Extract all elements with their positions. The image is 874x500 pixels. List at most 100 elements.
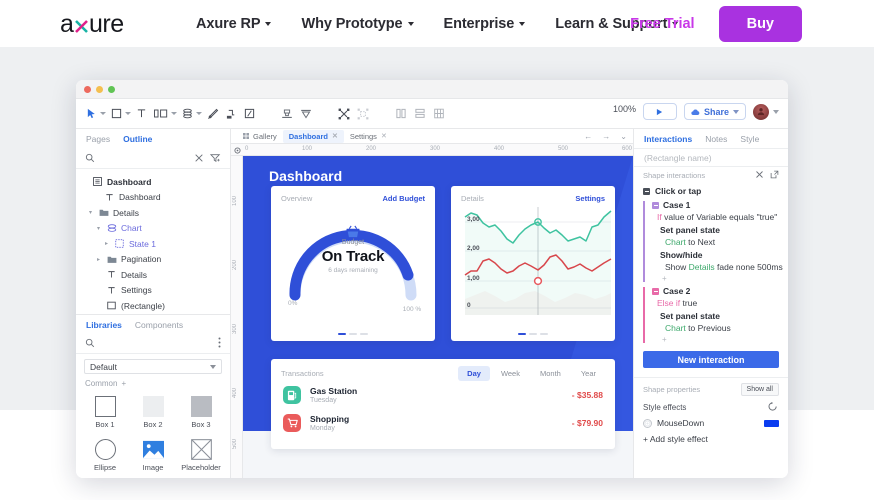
collapse-all-icon[interactable] (194, 150, 204, 168)
tree-arrow[interactable]: ▸ (103, 240, 110, 247)
ruler-origin-icon[interactable] (231, 144, 243, 156)
case-header[interactable]: Case 1 (652, 199, 788, 211)
tree-arrow[interactable]: ▸ (95, 256, 102, 263)
segment-year[interactable]: Year (572, 366, 605, 381)
tree-node-dashboard-text[interactable]: Dashboard (76, 190, 230, 206)
action-detail[interactable]: Chart to Previous (652, 322, 788, 334)
repeater-tool-icon[interactable] (182, 108, 193, 119)
distribute-tool-icon[interactable] (300, 108, 312, 120)
canvas-tab-gallery[interactable]: Gallery (237, 130, 283, 143)
filter-icon[interactable] (209, 150, 221, 168)
close-icon[interactable]: ✕ (332, 132, 338, 140)
pen-tool-icon[interactable] (207, 108, 219, 120)
new-interaction-button[interactable]: New interaction (643, 351, 779, 368)
tab-outline[interactable]: Outline (123, 134, 152, 144)
pager-dot[interactable] (529, 332, 537, 335)
reset-style-icon[interactable] (768, 402, 779, 413)
tab-pages[interactable]: Pages (86, 134, 110, 144)
action-detail[interactable]: Show Details fade none 500ms (652, 261, 788, 273)
transactions-card[interactable]: Transactions Day Week Month Year Gas Sta… (271, 359, 615, 449)
buy-button[interactable]: Buy (718, 5, 802, 42)
user-menu[interactable] (753, 103, 779, 120)
forward-icon[interactable]: → (602, 132, 610, 141)
pointer-tool-caret-icon[interactable] (100, 112, 106, 115)
canvas-tab-dashboard[interactable]: Dashboard ✕ (282, 129, 344, 143)
library-widget-box-1[interactable]: Box 1 (82, 392, 128, 433)
library-widget-image[interactable]: Image (130, 435, 176, 476)
segment-day[interactable]: Day (458, 366, 490, 381)
library-group-header[interactable]: Common + (76, 374, 230, 390)
nav-item-why-prototype[interactable]: Why Prototype (301, 16, 414, 32)
collapse-toggle-icon[interactable] (643, 187, 650, 195)
segment-week[interactable]: Week (492, 366, 529, 381)
repeater-caret-icon[interactable] (196, 112, 202, 115)
pager-dot[interactable] (338, 332, 346, 335)
mousedown-style-row[interactable]: MouseDown (634, 413, 788, 428)
pager-dot[interactable] (349, 332, 357, 335)
back-icon[interactable]: ← (584, 132, 592, 141)
action-name[interactable]: Set panel state (652, 309, 788, 322)
library-widget-box-2[interactable]: Box 2 (130, 392, 176, 433)
pointer-tool-icon[interactable] (86, 108, 97, 119)
transaction-row[interactable]: Shopping Monday - $79.90 (271, 409, 615, 437)
case-condition[interactable]: If value of Variable equals "true" (652, 211, 788, 223)
event-click-or-tap[interactable]: Click or tap (634, 184, 788, 198)
collapse-all-icon[interactable] (755, 170, 764, 181)
library-widget-ellipse[interactable]: Ellipse (82, 435, 128, 476)
text-tool-icon[interactable] (136, 108, 147, 119)
close-icon[interactable]: ✕ (381, 132, 387, 140)
vertical-ruler[interactable]: 100 200 300 400 500 (231, 156, 243, 478)
search-icon[interactable] (85, 335, 95, 353)
show-all-button[interactable]: Show all (740, 383, 779, 396)
tree-node-settings-text[interactable]: Settings (76, 283, 230, 299)
horizontal-ruler[interactable]: 0 100 200 300 400 500 600 (231, 144, 633, 156)
tab-interactions[interactable]: Interactions (644, 134, 692, 144)
group-tool-icon[interactable] (338, 108, 350, 120)
connector-tool-icon[interactable] (226, 108, 237, 120)
mousedown-color-swatch[interactable] (764, 419, 779, 427)
pager-dot[interactable] (360, 332, 368, 335)
pager-dot[interactable] (540, 332, 548, 335)
window-maximize-icon[interactable] (108, 85, 115, 93)
dynamic-panel-caret-icon[interactable] (171, 112, 177, 115)
ungroup-tool-icon[interactable] (357, 108, 369, 120)
shape-name-input[interactable]: (Rectangle name) (634, 149, 788, 167)
nav-item-axure-rp[interactable]: Axure RP (196, 16, 272, 32)
open-external-icon[interactable] (770, 170, 779, 181)
action-name[interactable]: Show/hide (652, 248, 788, 261)
details-pager[interactable] (451, 332, 615, 335)
add-action-icon[interactable]: + (652, 334, 788, 345)
collapse-toggle-icon[interactable] (652, 287, 659, 295)
layout-columns-icon[interactable] (395, 108, 407, 119)
share-button[interactable]: Share (683, 103, 746, 120)
case-condition[interactable]: Else if true (652, 297, 788, 309)
overview-card[interactable]: Overview Add Budget Budget On Track 6 da… (271, 186, 435, 341)
more-options-icon[interactable] (218, 335, 221, 353)
pager-dot[interactable] (518, 332, 526, 335)
window-close-icon[interactable] (84, 85, 91, 93)
tree-node-details-text[interactable]: Details (76, 267, 230, 283)
free-trial-link[interactable]: Free Trial (630, 16, 694, 32)
align-tool-icon[interactable] (281, 108, 293, 120)
tree-node-pagination[interactable]: ▸ Pagination (76, 252, 230, 268)
add-budget-link[interactable]: Add Budget (383, 194, 426, 203)
tab-style[interactable]: Style (740, 134, 759, 144)
rectangle-tool-icon[interactable] (111, 108, 122, 119)
dynamic-panel-tool-icon[interactable] (154, 108, 168, 119)
library-select[interactable]: Default (84, 359, 222, 374)
chevron-down-icon[interactable]: ⌄ (620, 132, 627, 141)
collapse-toggle-icon[interactable] (652, 201, 659, 209)
tree-node-dashboard-page[interactable]: Dashboard (76, 174, 230, 190)
axure-logo[interactable]: a ure (60, 9, 138, 39)
tree-arrow[interactable]: ▾ (95, 225, 102, 232)
tree-node-state-1[interactable]: ▸ State 1 (76, 236, 230, 252)
segment-month[interactable]: Month (531, 366, 570, 381)
tree-node-rectangle[interactable]: (Rectangle) (76, 298, 230, 314)
rectangle-tool-caret-icon[interactable] (125, 112, 131, 115)
library-widget-placeholder[interactable]: Placeholder (178, 435, 224, 476)
overview-pager[interactable] (271, 332, 435, 335)
transaction-row[interactable]: Gas Station Tuesday - $35.88 (271, 381, 615, 409)
design-canvas[interactable]: Dashboard Overview Add Budget Budget On … (243, 156, 633, 478)
details-card[interactable]: Details Settings 3,00 2,00 1,00 0 (451, 186, 615, 341)
layout-rows-icon[interactable] (414, 108, 426, 119)
